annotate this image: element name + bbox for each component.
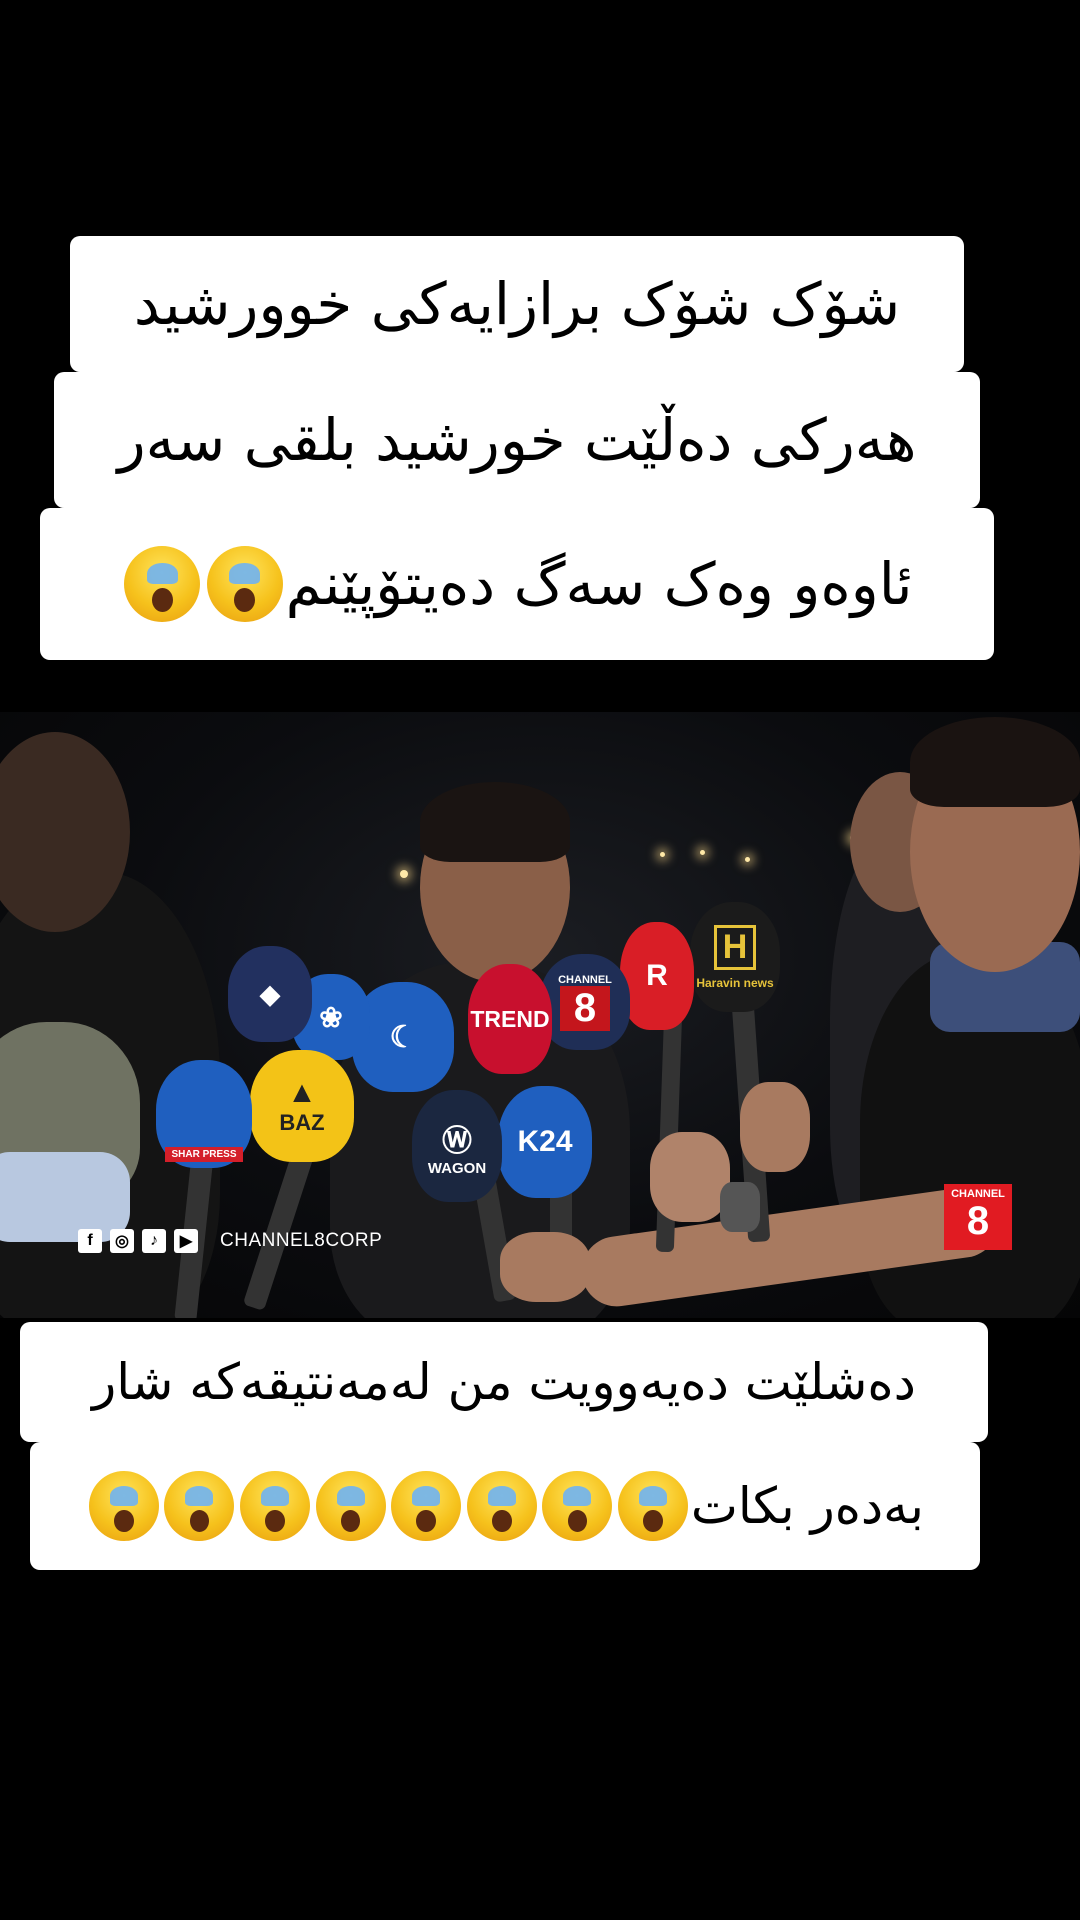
video-frame[interactable]: H Haravin news R CHANNEL 8 TREND ☾ ❀ ◆ K… — [0, 712, 1080, 1318]
instagram-icon: ◎ — [110, 1229, 134, 1253]
face-screaming-in-fear-icon — [466, 1471, 537, 1541]
background-light — [400, 870, 408, 878]
face-screaming-in-fear-icon — [542, 1471, 613, 1541]
face-screaming-in-fear-icon — [164, 1471, 235, 1541]
social-watermark: f ◎ ♪ ▶ CHANNEL8CORP — [78, 1229, 382, 1253]
watermark-handle: CHANNEL8CORP — [220, 1230, 383, 1251]
background-light — [700, 850, 705, 855]
mic-local-3: ◆ — [228, 946, 312, 1042]
mic-logo-icon: ◆ — [260, 978, 280, 1009]
background-light — [660, 852, 665, 857]
channel-8-logo: CHANNEL 8 — [944, 1184, 1012, 1250]
top-caption-line-3: ئاوەو وەک سەگ دەیتۆپێنم — [40, 508, 994, 660]
mic-k24: K24 — [498, 1086, 592, 1198]
mic-haravin-news: H Haravin news — [690, 902, 780, 1012]
watch — [720, 1182, 760, 1232]
mic-logo-icon: H — [713, 924, 757, 970]
face-screaming-in-fear-icon — [391, 1471, 462, 1541]
top-caption-line-2: هەرکی دەڵێت خورشید بلقی سەر — [54, 372, 980, 508]
top-caption-line-1: شۆک شۆک برازایەکی خوورشید — [70, 236, 964, 372]
bottom-caption-line-2: بەدەر بکات — [30, 1442, 980, 1570]
eagle-logo-icon: ▲ — [287, 1076, 317, 1109]
face-screaming-in-fear-icon — [618, 1471, 689, 1541]
bottom-caption-line-1: دەشلێت دەیەوویت من لەمەنتیقەکە شار — [20, 1322, 988, 1442]
wagon-logo-icon: Ⓦ — [442, 1124, 472, 1158]
hand — [500, 1232, 590, 1302]
hand — [740, 1082, 810, 1172]
flower-logo-icon: ❀ — [319, 1001, 343, 1033]
face-screaming-in-fear-icon — [240, 1471, 311, 1541]
mic-trend: TREND — [468, 964, 552, 1074]
face-screaming-in-fear-icon — [124, 546, 201, 622]
face-screaming-in-fear-icon — [88, 1471, 159, 1541]
face-screaming-in-fear-icon — [206, 546, 283, 622]
mic-wagon: Ⓦ WAGON — [412, 1090, 502, 1202]
facebook-icon: f — [78, 1229, 102, 1253]
mic-rudaw: R — [620, 922, 694, 1030]
mic-shar-press: SHAR PRESS — [156, 1060, 252, 1168]
face-screaming-in-fear-icon — [315, 1471, 386, 1541]
tiktok-icon: ♪ — [142, 1229, 166, 1253]
crowd-hair-right — [910, 717, 1080, 807]
mic-logo-icon: ☾ — [389, 1020, 417, 1054]
speaker-hair — [420, 782, 570, 862]
mic-channel-8: CHANNEL 8 — [540, 954, 630, 1050]
mic-baz: ▲ BAZ — [250, 1050, 354, 1162]
youtube-icon: ▶ — [174, 1229, 198, 1253]
background-light — [745, 857, 750, 862]
hand — [650, 1132, 730, 1222]
